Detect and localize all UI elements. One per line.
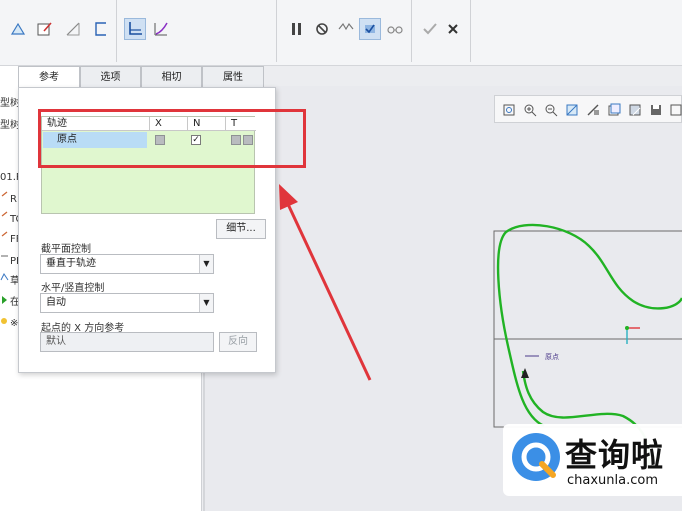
top-toolbar [0,0,682,66]
chevron-down-icon: ▼ [199,255,213,273]
saved-views-icon[interactable] [605,101,622,118]
section-control-select[interactable]: 垂直于轨迹 ▼ [40,254,214,274]
hv-control-select[interactable]: 自动 ▼ [40,293,214,313]
flip-button[interactable]: 反向 [219,332,257,352]
references-panel: 轨迹 X N T 原点 ✓ 细节... 截平面控制 垂直于轨迹 ▼ 水平/竖直控… [18,87,276,373]
annotation-arrow [279,184,372,381]
trajectory-table[interactable]: 轨迹 X N T 原点 ✓ [41,116,256,214]
watermark-logo-icon [512,433,560,481]
hv-control-label: 水平/竖直控制 [41,283,105,294]
x-checkbox[interactable] [155,135,165,145]
save-icon[interactable] [647,101,664,118]
preview-icon[interactable] [335,18,357,40]
sketch-icon[interactable] [8,18,30,40]
tree-icons [0,191,9,324]
zoom-in-icon[interactable] [521,101,538,118]
tab-tangency[interactable]: 相切 [141,66,202,88]
datum-plane-top [493,230,682,340]
tree-item[interactable]: 型树 [0,118,20,134]
orient-icon[interactable] [584,101,601,118]
display-style-icon[interactable] [626,101,643,118]
section-control-value: 垂直于轨迹 [46,258,96,269]
watermark-title: 查询啦 [565,436,665,474]
tab-properties[interactable]: 属性 [202,66,264,88]
line-tangent-icon[interactable] [124,18,146,40]
view-toolbar [494,95,682,123]
tree-item[interactable]: 型树 [0,96,20,112]
watermark: 查询啦 chaxunla.com [503,424,682,496]
corner-icon[interactable] [90,18,112,40]
zoom-out-icon[interactable] [542,101,559,118]
refit-icon[interactable] [500,101,517,118]
svg-text:原点: 原点 [545,353,559,361]
dashboard-tabs: 参考 选项 相切 属性 [18,66,264,88]
verify-preview-icon[interactable] [359,18,381,40]
sweep-curve-upper [496,223,682,428]
glasses-icon[interactable] [384,18,406,40]
details-button[interactable]: 细节... [216,219,266,239]
pause-icon[interactable] [286,18,308,40]
tab-options[interactable]: 选项 [80,66,141,88]
chevron-down-icon: ▼ [199,294,213,312]
datum-plane-front [493,338,682,428]
section-control-label: 截平面控制 [41,244,91,255]
n-checkbox[interactable]: ✓ [191,135,201,145]
cancel-x-icon[interactable] [442,18,464,40]
tab-references[interactable]: 参考 [18,66,80,88]
trajectory-row-name[interactable]: 原点 [43,132,147,148]
col-header-trajectory: 轨迹 [42,117,150,131]
col-header-t: T [226,117,256,131]
col-header-n: N [188,117,226,131]
curve-icon[interactable] [150,18,172,40]
t-checkbox-1[interactable] [231,135,241,145]
construction-icon[interactable] [62,18,84,40]
hv-control-value: 自动 [46,297,66,308]
stop-icon[interactable] [311,18,333,40]
edit-sketch-icon[interactable] [34,18,56,40]
watermark-url: chaxunla.com [567,473,658,488]
col-header-x: X [150,117,188,131]
start-x-ref-field[interactable]: 默认 [40,332,214,352]
repaint-icon[interactable] [563,101,580,118]
more-views-icon[interactable] [667,101,682,118]
ok-check-icon[interactable] [419,18,441,40]
t-checkbox-2[interactable] [243,135,253,145]
